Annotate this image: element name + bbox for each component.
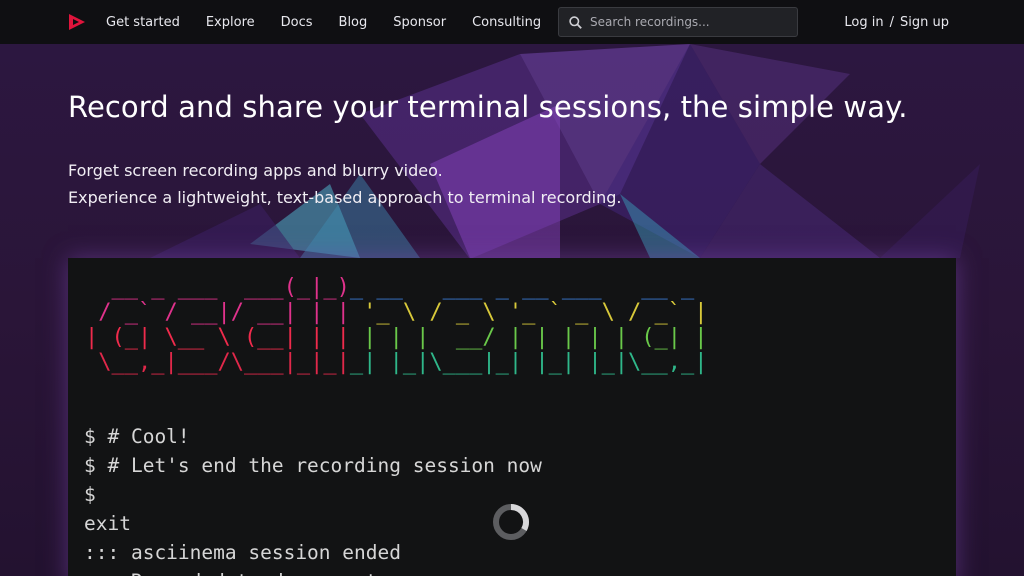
hero-section: Record and share your terminal sessions,… bbox=[0, 44, 1024, 576]
search-input[interactable] bbox=[590, 15, 780, 29]
ascii-art-segment: / _` / __|/ __| | | bbox=[85, 300, 350, 325]
nav-get-started[interactable]: Get started bbox=[106, 15, 180, 30]
top-navbar: Get started Explore Docs Blog Sponsor Co… bbox=[0, 0, 1024, 44]
ascii-art-segment: _| |_|\___|_| |_| |_|\__,_| bbox=[349, 350, 708, 375]
main-nav: Get started Explore Docs Blog Sponsor Co… bbox=[106, 0, 567, 44]
terminal-output: $ # Cool! $ # Let's end the recording se… bbox=[84, 422, 542, 576]
terminal-line: exit bbox=[84, 512, 131, 535]
nav-docs[interactable]: Docs bbox=[281, 15, 313, 30]
ascii-art-segment: \__,_|___/\___|_|_| bbox=[85, 350, 350, 375]
terminal-line: $ bbox=[84, 483, 96, 506]
terminal-line: $ # Let's end the recording session now bbox=[84, 454, 542, 477]
hero-description-line2: Experience a lightweight, text-based app… bbox=[68, 188, 622, 207]
asciinema-logo-icon[interactable] bbox=[67, 12, 87, 32]
ascii-art-segment: | | | __/ | | | | | (_| | bbox=[349, 325, 708, 350]
page-title: Record and share your terminal sessions,… bbox=[68, 90, 908, 124]
ascii-art-row: __ _ ___ ___(_|_)_ __ ___ _ __ ___ __ _ bbox=[85, 275, 708, 300]
ascii-art-row: / _` / __|/ __| | | '_ \ / _ \ '_ ` _ \ … bbox=[85, 300, 708, 325]
login-link[interactable]: Log in bbox=[844, 15, 883, 30]
nav-sponsor[interactable]: Sponsor bbox=[393, 15, 446, 30]
nav-blog[interactable]: Blog bbox=[339, 15, 368, 30]
ascii-art-segment: | (_| \__ \ (__| | | bbox=[85, 325, 350, 350]
ascii-art-logo: __ _ ___ ___(_|_)_ __ ___ _ __ ___ __ _ … bbox=[85, 275, 708, 375]
signup-link[interactable]: Sign up bbox=[900, 15, 949, 30]
search-icon bbox=[569, 15, 582, 29]
ascii-art-segment: __ _ ___ ___(_|_) bbox=[85, 275, 350, 300]
search-box[interactable] bbox=[558, 7, 798, 37]
hero-description-line1: Forget screen recording apps and blurry … bbox=[68, 161, 443, 180]
ascii-art-segment: _ __ ___ _ __ ___ __ _ bbox=[349, 275, 708, 300]
nav-explore[interactable]: Explore bbox=[206, 15, 255, 30]
terminal-line: ::: asciinema session ended bbox=[84, 541, 401, 564]
loading-spinner-icon bbox=[493, 504, 529, 540]
hero-description: Forget screen recording apps and blurry … bbox=[68, 157, 621, 211]
auth-links: Log in / Sign up bbox=[844, 0, 949, 44]
ascii-art-row: | (_| \__ \ (__| | | | | | __/ | | | | |… bbox=[85, 325, 708, 350]
terminal-line: $ # Cool! bbox=[84, 425, 190, 448]
ascii-art-row: \__,_|___/\___|_|_|_| |_|\___|_| |_| |_|… bbox=[85, 350, 708, 375]
auth-separator: / bbox=[889, 14, 895, 30]
ascii-art-segment: '_ \ / _ \ '_ ` _ \ / _` | bbox=[349, 300, 708, 325]
terminal-line: ::: Recorded to demo.cast bbox=[84, 567, 542, 576]
nav-consulting[interactable]: Consulting bbox=[472, 15, 541, 30]
terminal-player[interactable]: __ _ ___ ___(_|_)_ __ ___ _ __ ___ __ _ … bbox=[68, 258, 956, 576]
